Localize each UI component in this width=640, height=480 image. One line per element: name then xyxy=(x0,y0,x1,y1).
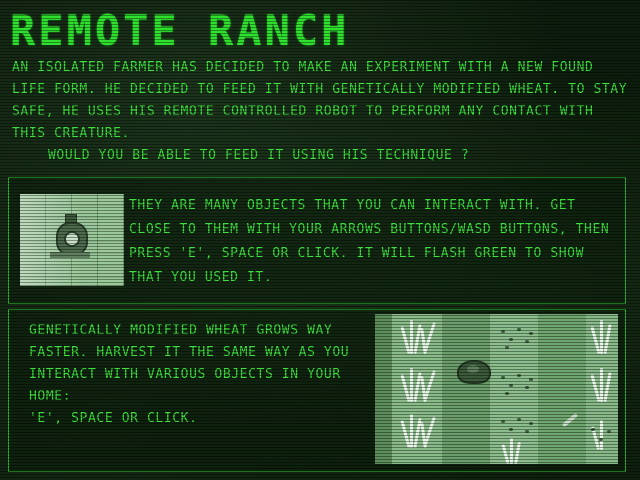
intro-question: WOULD YOU BE ABLE TO FEED IT USING HIS T… xyxy=(48,148,470,163)
wheat-panel: GENETICALLY MODIFIED WHEAT GROWS WAY FAS… xyxy=(8,309,626,472)
interact-instructions: THEY ARE MANY OBJECTS THAT YOU CAN INTER… xyxy=(129,198,610,285)
intro-paragraph: AN ISOLATED FARMER HAS DECIDED TO MAKE A… xyxy=(12,60,628,141)
creature-icon xyxy=(457,360,491,384)
page-title: REMOTE RANCH xyxy=(10,6,350,55)
wheat-field-icon xyxy=(375,314,618,464)
wheat-instructions: GENETICALLY MODIFIED WHEAT GROWS WAY FAS… xyxy=(29,320,379,430)
wheat-instructions-line2: 'E', SPACE OR CLICK. xyxy=(29,411,198,426)
wall-device-icon xyxy=(20,194,124,286)
wheat-instructions-line1: GENETICALLY MODIFIED WHEAT GROWS WAY FAS… xyxy=(29,323,350,404)
intro-text: AN ISOLATED FARMER HAS DECIDED TO MAKE A… xyxy=(12,57,632,167)
interact-panel: THEY ARE MANY OBJECTS THAT YOU CAN INTER… xyxy=(8,177,626,304)
